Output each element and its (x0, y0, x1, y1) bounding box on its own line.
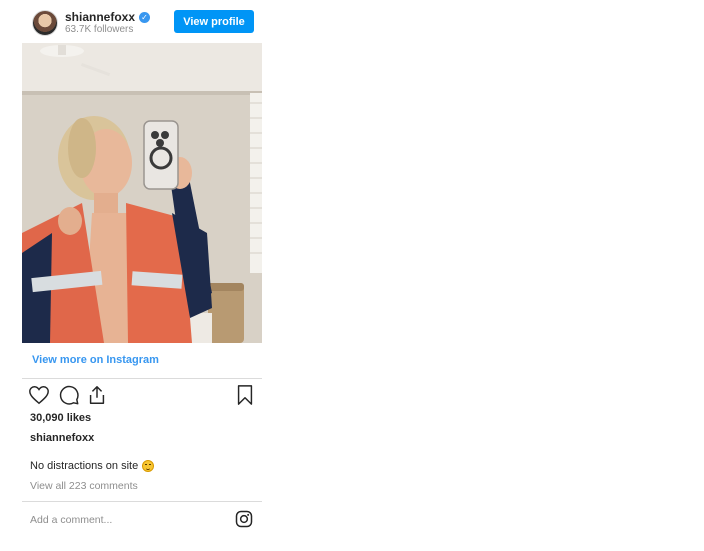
view-profile-button[interactable]: View profile (174, 10, 254, 33)
heart-icon[interactable] (28, 384, 50, 406)
divider (22, 378, 262, 379)
instagram-logo-icon[interactable] (235, 510, 253, 528)
view-comments-link[interactable]: View all 223 comments (30, 480, 138, 492)
follower-count: 63.7K followers (65, 24, 134, 35)
comment-icon[interactable] (58, 384, 80, 406)
smiling-emoji-icon (142, 460, 155, 472)
action-bar (28, 384, 256, 408)
post-photo-image (22, 43, 262, 343)
username[interactable]: shiannefoxx (65, 10, 135, 24)
instagram-embed: shiannefoxx ✓ 63.7K followers View profi… (22, 0, 262, 528)
like-count[interactable]: 30,090 likes (30, 412, 91, 424)
bookmark-icon[interactable] (234, 384, 256, 406)
divider (22, 501, 262, 502)
post-photo[interactable] (22, 43, 262, 343)
profile-avatar[interactable] (32, 10, 58, 36)
view-more-link[interactable]: View more on Instagram (32, 354, 159, 366)
caption-text: No distractions on site (30, 460, 139, 472)
username-row[interactable]: shiannefoxx ✓ (65, 10, 151, 24)
caption-username[interactable]: shiannefoxx (30, 432, 94, 444)
add-comment-input[interactable]: Add a comment... (30, 514, 112, 526)
caption: No distractions on site (30, 460, 155, 472)
post-header: shiannefoxx ✓ 63.7K followers View profi… (22, 0, 262, 42)
verified-badge-icon: ✓ (139, 11, 151, 23)
share-icon[interactable] (86, 384, 108, 406)
